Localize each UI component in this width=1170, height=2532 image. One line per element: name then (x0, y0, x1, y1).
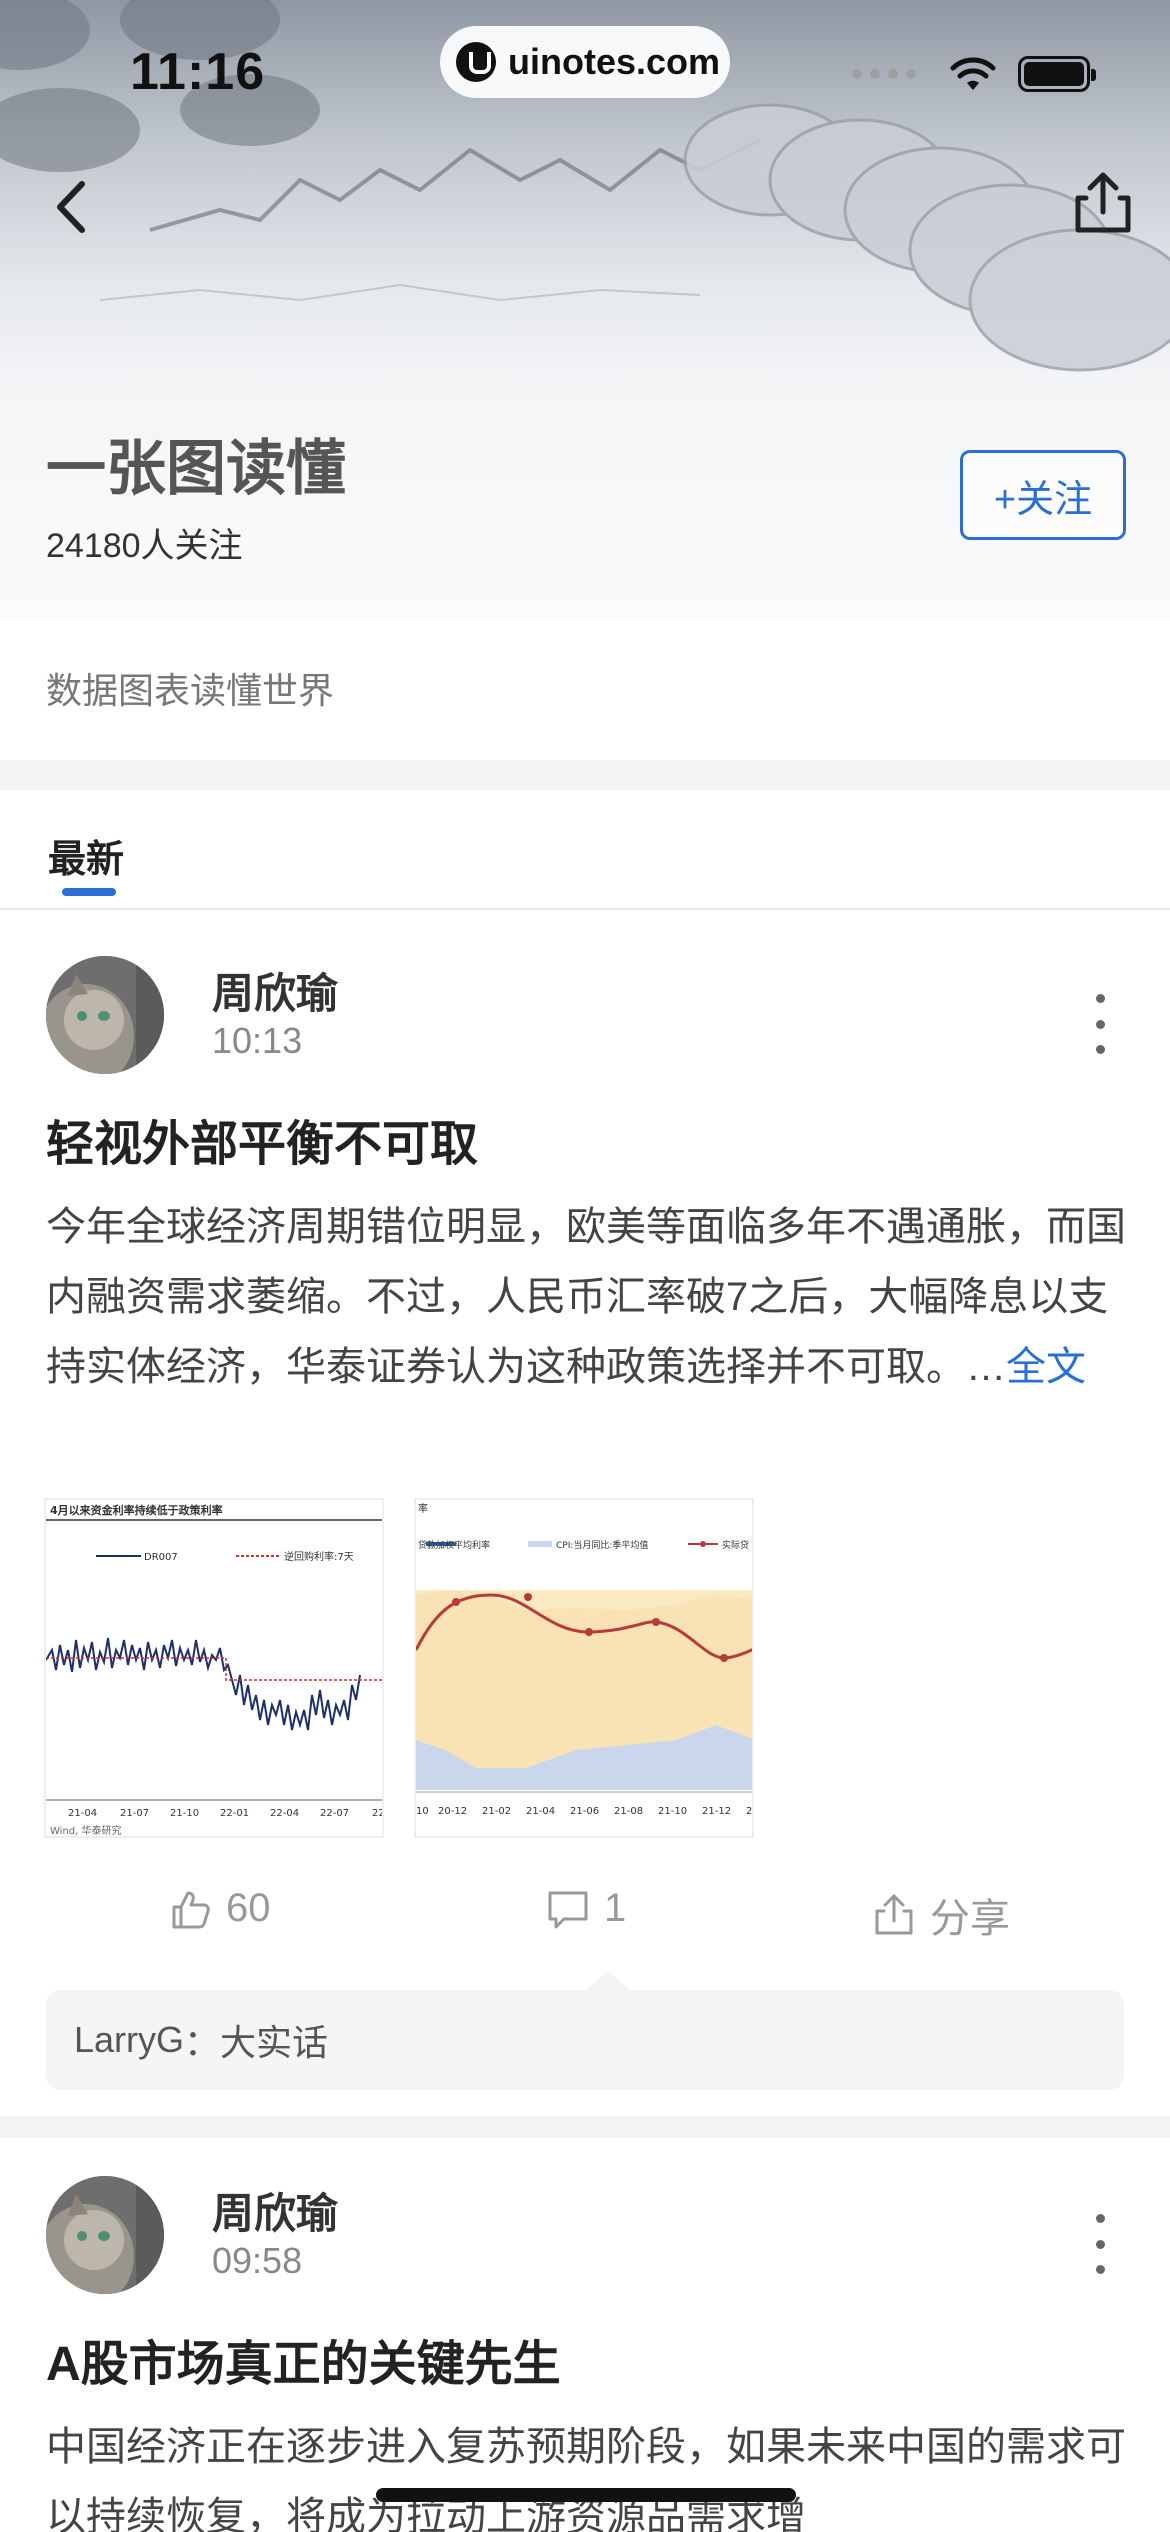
thumb2-xtick: 21-04 (526, 1806, 555, 1817)
thumb1-title: 4月以来资金利率持续低于政策利率 (50, 1503, 223, 1517)
post-body-text: 中国经济正在逐步进入复苏预期阶段，如果未来中国的需求可以持续恢复，将成为拉动上游… (46, 2425, 1126, 2532)
post-actions: 60 1 分享 (0, 1886, 1170, 1966)
thumb1-xtick: 21-04 (68, 1808, 97, 1819)
follower-count: 24180人关注 (46, 527, 243, 565)
post-body-text: 今年全球经济周期错位明显，欧美等面临多年不遇通胀，而国内融资需求萎缩。不过，人民… (46, 1205, 1126, 1389)
thumb2-title: 率 (418, 1502, 428, 1515)
thumb2-xtick: 21-02 (482, 1806, 511, 1817)
topic-description: 数据图表读懂世界 (46, 670, 335, 711)
interest-rate-chart-image: 4月以来资金利率持续低于政策利率 DR007 逆回购利率:7天 21-04 21… (46, 1503, 384, 1837)
follow-button[interactable]: +关注 (960, 450, 1126, 540)
share-post-button[interactable]: 分享 (872, 1886, 1010, 1944)
post-title[interactable]: 轻视外部平衡不可取 (46, 1104, 478, 1174)
thumb2-xtick: 20-12 (438, 1806, 467, 1817)
status-icons (848, 56, 1096, 92)
more-vertical-icon (1095, 2214, 1105, 2223)
post-title[interactable]: A股市场真正的关键先生 (46, 2324, 561, 2394)
tab-latest[interactable]: 最新 (48, 828, 124, 883)
author-name[interactable]: 周欣瑜 (212, 960, 338, 1021)
thumb1-xtick: 22-04 (270, 1808, 299, 1819)
chevron-left-icon (57, 181, 85, 233)
comment-text: 大实话 (220, 2022, 329, 2063)
post-image-thumbnail[interactable]: 率 贷款加权平均利率 CPI:当月同比:季平均值 实际贷 10 20-12 21… (414, 1498, 754, 1838)
read-more-link[interactable]: 全文 (1006, 1345, 1086, 1389)
wifi-icon (950, 57, 996, 90)
signal-dots-icon (848, 69, 920, 79)
real-rate-chart-image: 率 贷款加权平均利率 CPI:当月同比:季平均值 实际贷 10 20-12 21… (416, 1502, 752, 1817)
thumb1-xtick: 22-07 (320, 1808, 349, 1819)
post-time: 09:58 (212, 2240, 303, 2281)
share-button[interactable] (1068, 168, 1138, 238)
thumb2-xtick: 21-06 (570, 1806, 599, 1817)
more-options-button[interactable] (1090, 994, 1110, 1054)
share-icon (1075, 172, 1131, 233)
like-count: 60 (226, 1886, 271, 1930)
top-comment[interactable]: LarryG：大实话 (46, 1970, 1124, 2090)
comment-count: 1 (604, 1886, 627, 1930)
status-bar: 11:16 uinotes.com (0, 0, 1170, 150)
thumb1-xtick: 21-10 (170, 1808, 199, 1819)
avatar[interactable] (46, 956, 164, 1074)
thumb1-source: Wind, 华泰研究 (50, 1824, 122, 1837)
post-image-thumbnail[interactable]: 4月以来资金利率持续低于政策利率 DR007 逆回购利率:7天 21-04 21… (44, 1498, 384, 1838)
thumb1-xtick: 21-07 (120, 1808, 149, 1819)
avatar[interactable] (46, 2176, 164, 2294)
post-body: 中国经济正在逐步进入复苏预期阶段，如果未来中国的需求可以持续恢复，将成为拉动上游… (46, 2412, 1126, 2532)
more-options-button[interactable] (1090, 2214, 1110, 2274)
thumb2-legend-2: CPI:当月同比:季平均值 (556, 1539, 648, 1551)
feed-tabs: 最新 (0, 790, 1170, 910)
share-label: 分享 (930, 1897, 1010, 1941)
url-pill: uinotes.com (440, 26, 730, 98)
status-time: 11:16 (130, 43, 266, 101)
comment-user: LarryG (74, 2019, 185, 2060)
comment-separator: ： (184, 2022, 221, 2063)
thumb2-xtick: 21-08 (614, 1806, 643, 1817)
share-icon (875, 1894, 913, 1935)
topic-title: 一张图读懂 (46, 435, 346, 502)
thumb1-xtick: 22 (372, 1808, 384, 1819)
thumb2-xtick: 21-12 (702, 1806, 731, 1817)
post-body: 今年全球经济周期错位明显，欧美等面临多年不遇通胀，而国内融资需求萎缩。不过，人民… (46, 1192, 1126, 1402)
thumb1-legend-2: 逆回购利率:7天 (284, 1550, 354, 1563)
url-text: uinotes.com (508, 41, 721, 82)
thumb1-legend-1: DR007 (144, 1552, 178, 1563)
post-ellipsis: … (966, 1345, 1006, 1389)
thumb2-xtick: 10 (416, 1806, 429, 1817)
post-divider (0, 2116, 1170, 2138)
thumb2-legend-1: 贷款加权平均利率 (418, 1539, 490, 1551)
thumb2-legend-3: 实际贷 (722, 1539, 749, 1551)
thumbs-up-icon (172, 1891, 210, 1928)
cat-avatar-image (46, 2176, 164, 2294)
more-vertical-icon (1095, 994, 1105, 1003)
battery-icon (1018, 56, 1096, 92)
thumb2-xtick: 21-10 (658, 1806, 687, 1817)
comment-button[interactable]: 1 (546, 1886, 626, 1931)
post-time: 10:13 (212, 1020, 303, 1061)
comment-icon (548, 1891, 588, 1928)
tab-active-indicator (62, 888, 116, 896)
back-button[interactable] (44, 172, 104, 242)
like-button[interactable]: 60 (168, 1886, 271, 1931)
site-logo-icon (456, 42, 496, 82)
topic-header-banner: 11:16 uinotes.com 一张图读懂 24180人关注 +关注 (0, 0, 1170, 620)
author-name[interactable]: 周欣瑜 (212, 2180, 338, 2241)
cat-avatar-image (46, 956, 164, 1074)
thumb1-xtick: 22-01 (220, 1808, 249, 1819)
home-indicator (376, 2488, 796, 2502)
section-divider (0, 760, 1170, 790)
thumb2-xtick: 2 (746, 1806, 752, 1817)
